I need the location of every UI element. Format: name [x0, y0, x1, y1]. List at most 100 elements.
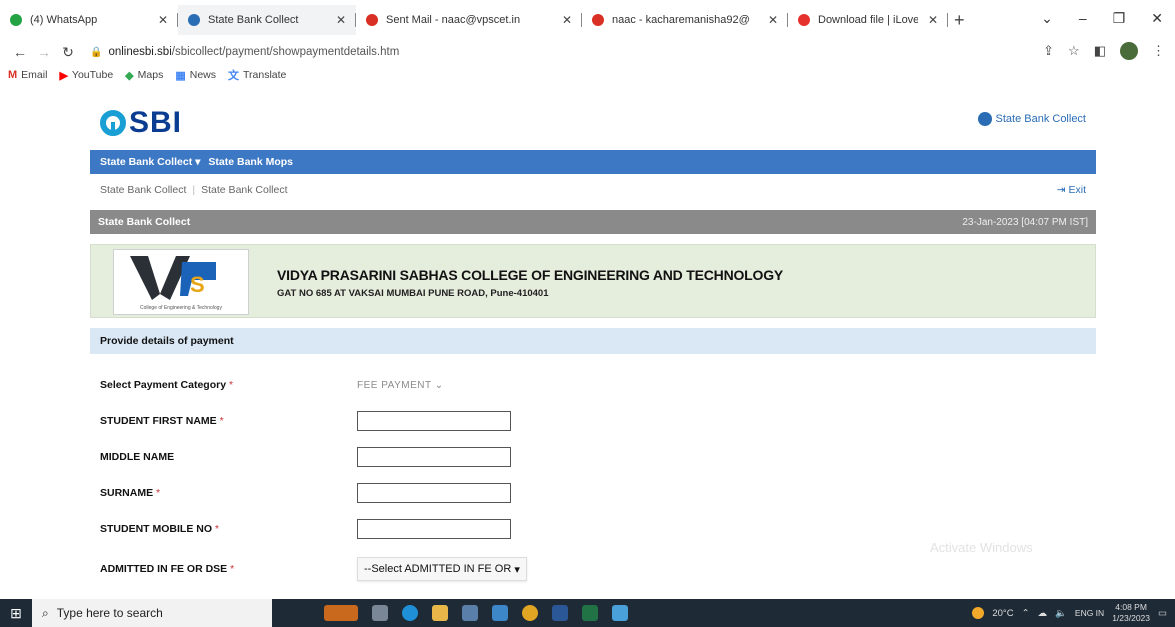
payment-category-row: Select Payment Category * FEE PAYMENT ⌄	[100, 379, 444, 391]
bookmark-news[interactable]: ▦ News	[175, 69, 216, 82]
breadcrumb-item[interactable]: State Bank Collect	[201, 184, 287, 196]
sbi-icon	[188, 14, 200, 26]
minimize-button[interactable]: –	[1079, 10, 1087, 27]
file-explorer-icon[interactable]	[432, 605, 448, 621]
bookmark-star-icon[interactable]: ☆	[1068, 43, 1080, 59]
chevron-down-icon: ⌄	[434, 379, 444, 391]
close-icon[interactable]: ✕	[552, 13, 572, 27]
exit-icon: ⇥	[1056, 184, 1066, 196]
bookmarks-bar: M Email ▶ YouTube ◆ Maps ▦ News 文 Translate	[0, 64, 1175, 86]
close-icon[interactable]: ✕	[148, 13, 168, 27]
college-logo: S College of Engineering & Technology	[113, 249, 249, 315]
excel-icon[interactable]	[582, 605, 598, 621]
surname-row: SURNAME *	[100, 482, 600, 504]
sbi-logo: SBI	[100, 106, 182, 140]
gmail-icon	[366, 14, 378, 26]
store-icon[interactable]	[462, 605, 478, 621]
translate-icon: 文	[228, 70, 239, 82]
forward-arrow-icon[interactable]: →	[32, 44, 56, 60]
main-menu: State Bank Collect ▾ State Bank Mops	[90, 150, 1096, 174]
windows-taskbar: ⊞ ⌕ Type here to search 20°C ⌃ ☁ 🔈 ENG I…	[0, 599, 1175, 627]
state-bank-collect-link[interactable]: State Bank Collect	[977, 112, 1086, 126]
close-icon[interactable]: ✕	[326, 13, 346, 27]
sbi-collect-icon	[977, 112, 992, 126]
section-title: State Bank Collect	[98, 216, 191, 228]
tab-sent-mail[interactable]: Sent Mail - naac@vpscet.in ✕	[356, 5, 582, 35]
bookmark-youtube[interactable]: ▶ YouTube	[59, 69, 113, 82]
tab-ilovepdf[interactable]: Download file | iLovePDF ✕	[788, 5, 948, 35]
tab-naac-mail[interactable]: naac - kacharemanisha92@ ✕	[582, 5, 788, 35]
bookmark-translate[interactable]: 文 Translate	[228, 67, 286, 83]
back-arrow-icon[interactable]: ←	[8, 44, 32, 60]
close-window-button[interactable]: ✕	[1151, 10, 1163, 27]
tray-chevron-up-icon[interactable]: ⌃	[1022, 608, 1030, 619]
close-icon[interactable]: ✕	[918, 13, 938, 27]
avatar[interactable]	[1120, 42, 1138, 60]
breadcrumb-item[interactable]: State Bank Collect	[100, 184, 186, 196]
news-icon: ▦	[175, 69, 186, 82]
search-highlight-icon[interactable]	[324, 605, 358, 621]
search-icon: ⌕	[42, 605, 49, 620]
exit-link[interactable]: ⇥ Exit	[1057, 184, 1086, 196]
taskbar-search[interactable]: ⌕ Type here to search	[32, 599, 272, 627]
middle-name-input[interactable]	[357, 447, 511, 467]
browser-tab-bar: (4) WhatsApp ✕ State Bank Collect ✕ Sent…	[0, 0, 1175, 40]
sidebar-icon[interactable]: ◧	[1094, 43, 1106, 59]
photos-icon[interactable]	[612, 605, 628, 621]
chevron-down-icon[interactable]: ⌄	[1041, 10, 1053, 27]
language-indicator[interactable]: ENG IN	[1075, 608, 1104, 619]
windows-start-icon[interactable]: ⊞	[0, 599, 32, 627]
notification-icon[interactable]: ▭	[1158, 608, 1167, 619]
system-tray: 20°C ⌃ ☁ 🔈 ENG IN 4:08 PM 1/23/2023 ▭	[972, 599, 1167, 627]
bookmark-email[interactable]: M Email	[8, 69, 47, 81]
mobile-row: STUDENT MOBILE NO *	[100, 518, 600, 540]
college-name: VIDYA PRASARINI SABHAS COLLEGE OF ENGINE…	[277, 267, 784, 283]
menu-state-bank-collect[interactable]: State Bank Collect ▾	[100, 156, 200, 168]
word-icon[interactable]	[552, 605, 568, 621]
new-tab-button[interactable]: +	[954, 10, 965, 31]
first-name-row: STUDENT FIRST NAME *	[100, 410, 600, 432]
weather-icon	[972, 607, 985, 619]
college-address: GAT NO 685 AT VAKSAI MUMBAI PUNE ROAD, P…	[277, 288, 549, 299]
tab-state-bank-collect[interactable]: State Bank Collect ✕	[178, 5, 356, 35]
youtube-icon: ▶	[59, 69, 68, 82]
volume-icon[interactable]: 🔈	[1055, 608, 1067, 619]
menu-dots-icon[interactable]: ⋮	[1152, 43, 1165, 59]
tab-whatsapp[interactable]: (4) WhatsApp ✕	[0, 5, 178, 35]
menu-state-bank-mops[interactable]: State Bank Mops	[208, 156, 293, 168]
edge-icon[interactable]	[402, 605, 418, 621]
surname-input[interactable]	[357, 483, 511, 503]
address-bar-actions: ⇪ ☆ ◧ ⋮	[1043, 42, 1165, 60]
caret-down-icon: ▾	[514, 563, 520, 576]
provide-details-header: Provide details of payment	[90, 328, 1096, 354]
mobile-input[interactable]	[357, 519, 511, 539]
middle-name-row: MIDDLE NAME	[100, 446, 600, 468]
mail-icon[interactable]	[492, 605, 508, 621]
lock-icon: 🔒	[90, 46, 103, 58]
close-icon[interactable]: ✕	[758, 13, 778, 27]
reload-icon[interactable]: ↻	[56, 44, 80, 61]
bookmark-maps[interactable]: ◆ Maps	[125, 69, 163, 82]
gmail-icon	[592, 14, 604, 26]
taskbar-clock[interactable]: 4:08 PM 1/23/2023	[1112, 602, 1150, 624]
restore-button[interactable]: ❐	[1113, 10, 1126, 27]
admitted-select[interactable]: --Select ADMITTED IN FE OR ▾	[357, 557, 527, 581]
share-icon[interactable]: ⇪	[1043, 43, 1054, 59]
whatsapp-icon	[10, 14, 22, 26]
chrome-icon[interactable]	[522, 605, 538, 621]
payment-category-select[interactable]: FEE PAYMENT ⌄	[357, 380, 444, 391]
maps-icon: ◆	[125, 69, 134, 82]
task-view-icon[interactable]	[372, 605, 388, 621]
section-datetime: 23-Jan-2023 [04:07 PM IST]	[962, 216, 1088, 228]
url-field[interactable]: 🔒 onlinesbi.sbi/sbicollect/payment/showp…	[90, 46, 399, 58]
activate-windows-watermark: Activate Windows	[930, 540, 1033, 555]
breadcrumb: State Bank Collect | State Bank Collect	[100, 184, 288, 196]
svg-text:S: S	[190, 272, 205, 297]
sbi-collect-page: SBI State Bank Collect State Bank Collec…	[90, 96, 1096, 594]
ilovepdf-icon	[798, 14, 810, 26]
taskbar-apps	[324, 605, 628, 621]
first-name-input[interactable]	[357, 411, 511, 431]
network-icon[interactable]: ☁	[1038, 608, 1048, 619]
sbi-logo-icon	[100, 110, 126, 136]
gmail-icon: M	[8, 69, 18, 81]
